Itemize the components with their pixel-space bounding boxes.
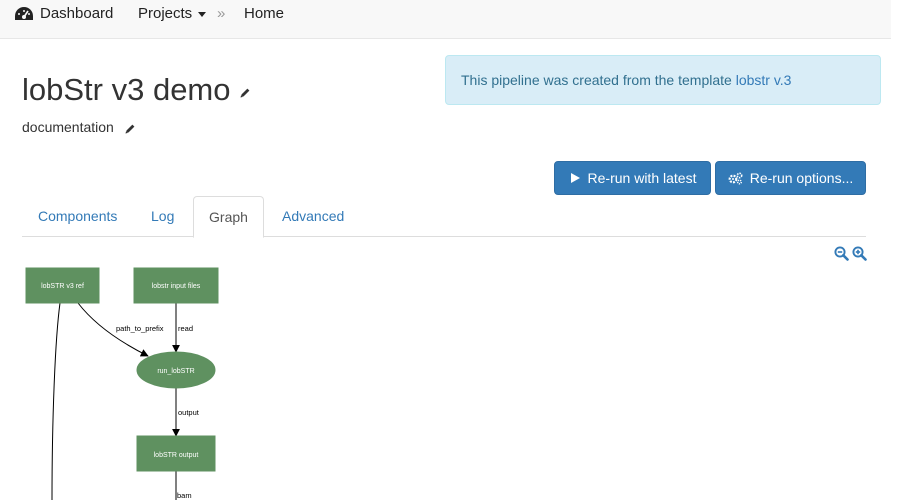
node-run-lobstr[interactable]: run_lobSTR — [136, 351, 216, 389]
nav-projects-dropdown[interactable]: Projects — [138, 5, 207, 22]
zoom-in-icon[interactable] — [852, 246, 867, 266]
edge-ref-long — [51, 302, 61, 500]
tab-log[interactable]: Log — [151, 196, 174, 237]
breadcrumb-separator: » — [217, 5, 226, 22]
edge-label-path-to-prefix: path_to_prefix — [116, 324, 164, 333]
nav-projects-label: Projects — [138, 5, 193, 22]
edit-title-pencil-icon[interactable] — [239, 86, 251, 104]
tab-components[interactable]: Components — [38, 196, 117, 237]
pipeline-graph: path_to_prefix read output bam lobSTR v3… — [25, 267, 219, 500]
node-lobstr-input-label: lobstr input files — [152, 283, 201, 290]
node-lobstr-ref-label: lobSTR v3 ref — [41, 283, 84, 290]
rerun-with-latest-label: Re-run with latest — [587, 170, 697, 186]
edge-label-output: output — [178, 408, 200, 417]
pipeline-tabs: Components Log Graph Advanced — [22, 196, 866, 238]
top-navbar: Dashboard Projects » Home — [0, 0, 891, 39]
play-icon — [570, 173, 580, 183]
node-lobstr-ref[interactable]: lobSTR v3 ref — [25, 267, 100, 304]
nav-dashboard-label: Dashboard — [40, 5, 114, 22]
edge-label-read: read — [178, 324, 193, 333]
zoom-out-icon[interactable] — [834, 246, 849, 266]
template-link[interactable]: lobstr v.3 — [736, 72, 792, 88]
edge-label-bam: bam — [177, 491, 192, 500]
documentation-label: documentation — [22, 119, 114, 135]
node-lobstr-input[interactable]: lobstr input files — [133, 267, 219, 304]
edit-documentation-pencil-icon[interactable] — [124, 122, 136, 140]
breadcrumb-home-label: Home — [244, 5, 285, 22]
rerun-with-latest-button[interactable]: Re-run with latest — [554, 161, 711, 195]
node-lobstr-output[interactable]: lobSTR output — [136, 435, 216, 472]
rerun-options-label: Re-run options... — [749, 170, 854, 186]
alert-text: This pipeline was created from the templ… — [461, 72, 736, 88]
template-info-alert: This pipeline was created from the templ… — [445, 55, 881, 105]
tab-graph[interactable]: Graph — [193, 196, 264, 238]
node-lobstr-output-label: lobSTR output — [154, 452, 199, 459]
rerun-options-button[interactable]: Re-run options... — [715, 161, 866, 195]
page-title: lobStr v3 demo — [22, 72, 231, 107]
dashboard-icon — [15, 6, 33, 20]
tab-advanced[interactable]: Advanced — [282, 196, 344, 237]
caret-down-icon — [198, 12, 207, 17]
node-run-lobstr-label: run_lobSTR — [157, 368, 194, 375]
breadcrumb-home[interactable]: Home — [244, 5, 284, 22]
gears-icon — [728, 171, 743, 184]
nav-dashboard[interactable]: Dashboard — [14, 5, 113, 22]
